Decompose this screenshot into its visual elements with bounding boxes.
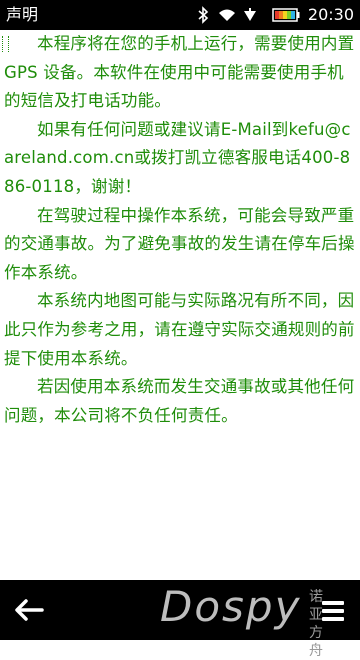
battery-icon [272,8,300,22]
disclaimer-text[interactable]: 本程序将在您的手机上运行，需要使用内置 GPS 设备。本软件在使用中可能需要使用… [4,30,356,578]
status-bar: 声明 20:30 [0,0,360,30]
watermark-logo: Dospy [160,582,302,631]
paragraph: 在驾驶过程中操作本系统，可能会导致严重的交通事故。为了避免事故的发生请在停车后操… [4,205,355,282]
paragraph: 如果有任何问题或建议请E-Mail到kefu@careland.com.cn或拨… [4,119,351,196]
paragraph: 本程序将在您的手机上运行，需要使用内置 GPS 设备。本软件在使用中可能需要使用… [4,34,355,111]
paragraph: 若因使用本系统而发生交通事故或其他任何问题，本公司将不负任何责任。 [4,377,355,425]
paragraph: 本系统内地图可能与实际路况有所不同，因此只作为参考之用，请在遵守实际交通规则的前… [4,291,355,368]
bluetooth-icon [198,6,209,24]
signal-icon [243,8,256,21]
page-title: 声明 [6,5,39,24]
status-icons: 20:30 [196,0,360,30]
clock: 20:30 [307,5,354,24]
bottom-bar: Dospy 诺亚方舟 [0,580,360,659]
wifi-icon [218,9,235,21]
menu-icon[interactable] [320,598,346,624]
back-arrow-icon[interactable] [14,598,46,622]
